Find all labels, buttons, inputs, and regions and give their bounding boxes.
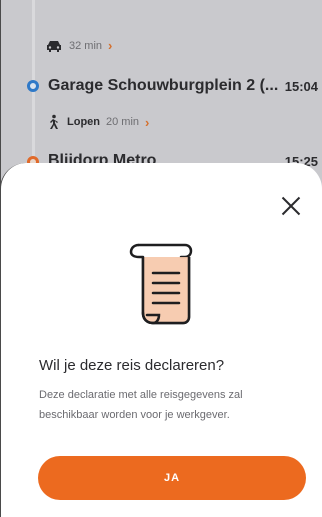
sheet-title: Wil je deze reis declareren? xyxy=(39,357,225,374)
leg-walk[interactable]: Lopen 20 min › xyxy=(45,114,149,130)
confirm-button[interactable]: JA xyxy=(38,456,306,500)
chevron-right-icon: › xyxy=(145,114,150,130)
leg-walk-duration: 20 min xyxy=(106,116,140,128)
declare-trip-sheet: Wil je deze reis declareren? Deze declar… xyxy=(0,163,322,517)
stop-marker xyxy=(27,80,39,92)
walk-icon xyxy=(50,114,58,129)
chevron-right-icon: › xyxy=(108,38,113,53)
car-icon xyxy=(47,40,61,52)
leg-walk-mode: Lopen xyxy=(67,116,100,128)
document-scroll-icon xyxy=(129,243,193,325)
cut-off-stop-name xyxy=(48,0,52,6)
leg-car-duration: 32 min xyxy=(69,39,103,52)
leg-car[interactable]: 32 min › xyxy=(45,38,112,53)
sheet-description: Deze declaratie met alle reisgegevens za… xyxy=(39,389,243,421)
stop-name[interactable]: Garage Schouwburgplein 2 (... xyxy=(48,77,278,95)
close-icon[interactable] xyxy=(280,195,302,217)
stop-time: 15:04 xyxy=(284,79,318,94)
